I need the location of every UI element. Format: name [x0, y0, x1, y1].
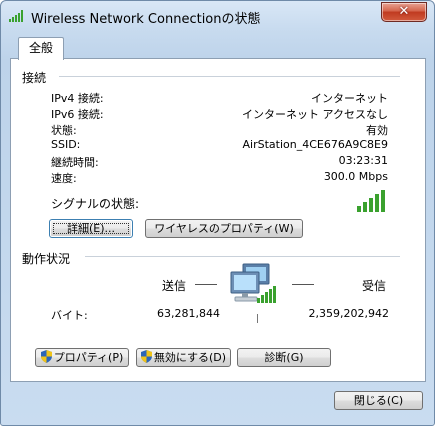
focus-rectangle — [53, 223, 129, 234]
speed-row: 速度: 300.0 Mbps — [11, 170, 388, 186]
ssid-value: AirStation_4CE676A9C8E9 — [242, 138, 389, 151]
details-button[interactable]: 詳細(E)... — [49, 219, 133, 238]
properties-button[interactable]: プロパティ(P) — [35, 348, 129, 367]
duration-label: 継続時間: — [51, 156, 99, 169]
ipv6-row: IPv6 接続: インターネット アクセスなし — [11, 106, 388, 122]
network-computers-icon — [230, 263, 276, 303]
ssid-label: SSID: — [51, 138, 81, 151]
sent-line — [195, 284, 217, 286]
duration-row: 継続時間: 03:23:31 — [11, 154, 388, 170]
connection-heading: 接続 — [22, 71, 47, 85]
window-close-button[interactable]: ✕ — [381, 2, 427, 22]
uac-shield-icon — [140, 350, 152, 363]
window-title: Wireless Network Connectionの状態 — [31, 12, 261, 27]
bytes-label: バイト: — [51, 309, 88, 322]
tab-panel-general: 接続 IPv4 接続: インターネット IPv6 接続: インターネット アクセ… — [10, 58, 426, 382]
ipv6-label: IPv6 接続: — [51, 108, 104, 121]
sent-label: 送信 — [162, 279, 187, 293]
title-bar[interactable]: Wireless Network Connectionの状態 ✕ — [1, 1, 434, 31]
uac-shield-icon — [40, 350, 52, 363]
ipv4-row: IPv4 接続: インターネット — [11, 90, 388, 106]
state-label: 状態: — [51, 124, 77, 137]
state-row: 状態: 有効 — [11, 122, 388, 138]
status-dialog: Wireless Network Connectionの状態 ✕ 全般 接続 I… — [0, 0, 435, 426]
properties-button-label: プロパティ(P) — [53, 351, 124, 364]
ipv4-value: インターネット — [311, 92, 388, 105]
ipv4-label: IPv4 接続: — [51, 92, 104, 105]
close-button[interactable]: 閉じる(C) — [334, 391, 423, 410]
bytes-sent-value: 63,281,844 — [157, 307, 220, 320]
activity-heading: 動作状況 — [22, 252, 71, 266]
wireless-signal-icon — [9, 10, 23, 22]
signal-bars-icon — [357, 190, 385, 212]
connection-details: IPv4 接続: インターネット IPv6 接続: インターネット アクセスなし… — [11, 90, 388, 190]
state-value: 有効 — [366, 124, 388, 137]
speed-label: 速度: — [51, 172, 77, 185]
ssid-row: SSID: AirStation_4CE676A9C8E9 — [11, 138, 388, 154]
wireless-properties-button[interactable]: ワイヤレスのプロパティ(W) — [145, 219, 303, 238]
close-icon: ✕ — [398, 4, 410, 19]
activity-connector — [257, 314, 258, 323]
ipv6-value: インターネット アクセスなし — [242, 108, 388, 121]
activity-divider — [85, 256, 400, 258]
duration-value: 03:23:31 — [338, 154, 388, 167]
received-line — [292, 284, 314, 286]
speed-value: 300.0 Mbps — [323, 170, 388, 183]
signal-label: シグナルの状態: — [51, 197, 140, 211]
diagnose-button[interactable]: 診断(G) — [237, 348, 331, 367]
bytes-received-value: 2,359,202,942 — [308, 307, 389, 320]
tab-general[interactable]: 全般 — [18, 37, 64, 60]
received-label: 受信 — [362, 279, 387, 293]
connection-divider — [59, 76, 400, 78]
disable-button[interactable]: 無効にする(D) — [136, 348, 231, 367]
disable-button-label: 無効にする(D) — [153, 351, 227, 364]
